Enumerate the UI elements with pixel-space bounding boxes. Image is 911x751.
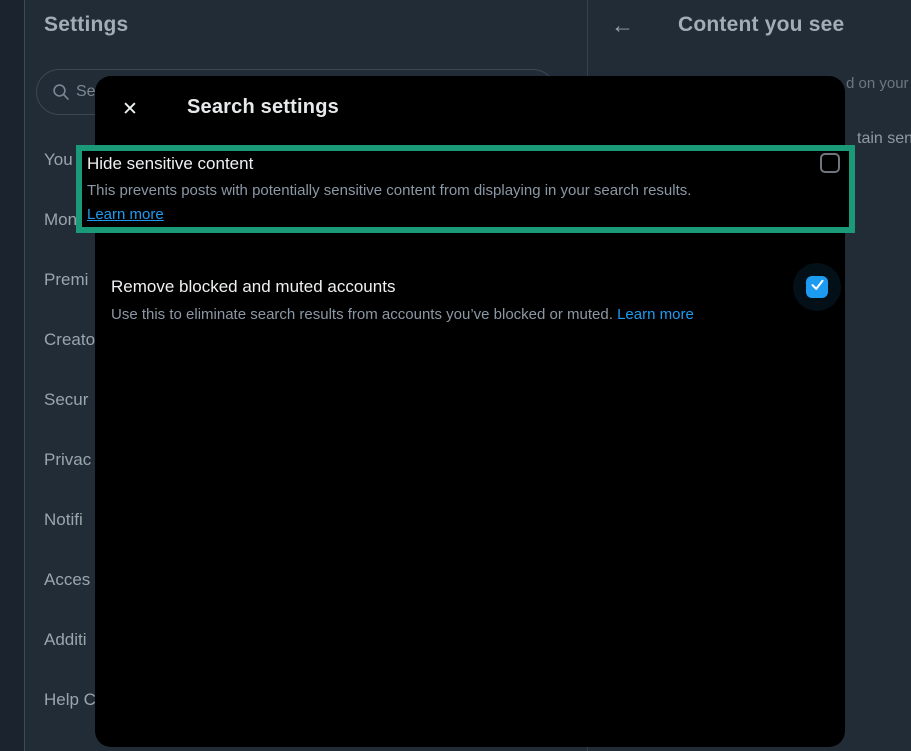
remove-blocked-title: Remove blocked and muted accounts	[111, 277, 395, 297]
close-icon[interactable]: ✕	[117, 97, 143, 123]
content-you-see-title: Content you see	[678, 13, 844, 37]
modal-title: Search settings	[187, 96, 339, 119]
remove-blocked-learn-more-link[interactable]: Learn more	[617, 306, 694, 323]
search-placeholder: Se	[76, 70, 96, 114]
back-button[interactable]: ←	[611, 13, 634, 37]
screen: Settings Se You Mon Premi Creato Secur P…	[0, 0, 911, 751]
checkmark-icon	[810, 277, 825, 297]
hide-sensitive-learn-more-link[interactable]: Learn more	[87, 206, 164, 223]
remove-blocked-description-text: Use this to eliminate search results fro…	[111, 306, 613, 323]
hide-sensitive-checkbox[interactable]	[820, 153, 840, 173]
background-text-fragment: tain sen	[857, 130, 911, 148]
settings-page-title: Settings	[44, 13, 128, 37]
left-rail	[0, 0, 25, 751]
search-icon	[52, 83, 70, 106]
remove-blocked-checkbox[interactable]	[806, 276, 828, 298]
hide-sensitive-title: Hide sensitive content	[87, 154, 253, 174]
remove-blocked-description: Use this to eliminate search results fro…	[111, 306, 694, 323]
hide-sensitive-description: This prevents posts with potentially sen…	[87, 182, 691, 199]
highlight-annotation-box: Hide sensitive content This prevents pos…	[76, 145, 855, 233]
background-text-fragment: d on your	[846, 75, 909, 92]
